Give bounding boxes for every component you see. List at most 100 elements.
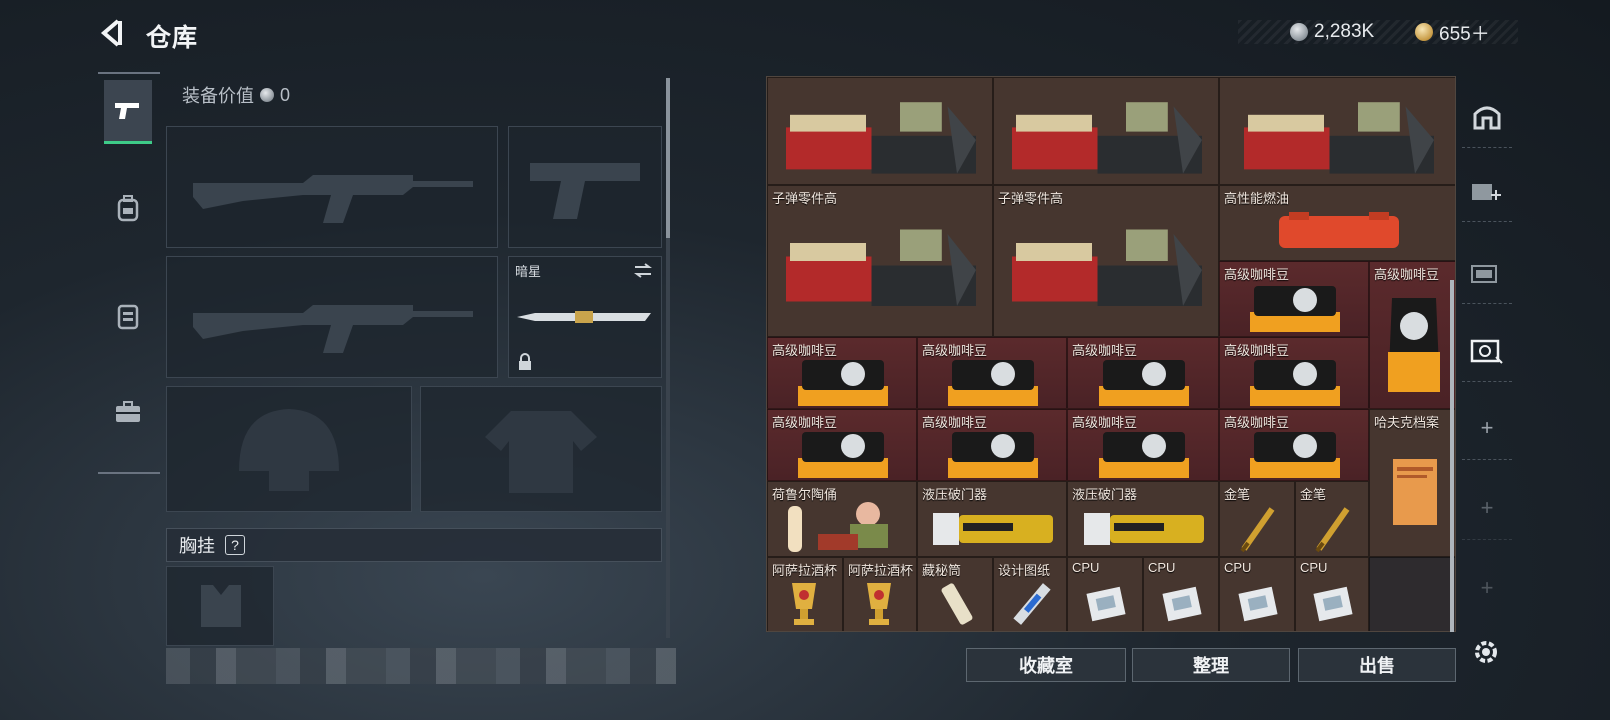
armor-slot[interactable] — [420, 386, 662, 512]
sidearm-slot[interactable] — [508, 126, 662, 248]
add-storage-button[interactable]: + — [1462, 556, 1512, 620]
empty-inventory-slot[interactable] — [1369, 557, 1455, 631]
storage-tab-1[interactable] — [1462, 84, 1512, 148]
back-button[interactable] — [98, 18, 128, 48]
blurred-region — [166, 648, 676, 684]
inventory-item[interactable]: CPU — [1067, 557, 1143, 631]
collection-room-button[interactable]: 收藏室 — [966, 648, 1126, 682]
inventory-item-label: 高级咖啡豆 — [1072, 415, 1138, 430]
storage-tab-3[interactable] — [1462, 240, 1512, 304]
inventory-item[interactable] — [993, 77, 1219, 185]
gear-icon — [1475, 641, 1497, 663]
inventory-item[interactable]: CPU — [1143, 557, 1219, 631]
inventory-item[interactable]: 子弹零件高 — [993, 185, 1219, 337]
helmet-slot[interactable] — [166, 386, 412, 512]
add-storage-button[interactable]: + — [1462, 476, 1512, 540]
inventory-item[interactable]: 金笔 — [1219, 481, 1295, 557]
coffee-icon — [1099, 360, 1189, 406]
inventory-item-label: 高级咖啡豆 — [1374, 267, 1440, 282]
inventory-item-label: 液压破门器 — [1072, 487, 1138, 502]
inventory-item-label: CPU — [1072, 560, 1100, 575]
nav-case[interactable] — [104, 380, 152, 444]
cup-icon — [867, 583, 891, 625]
coffee-icon — [948, 360, 1038, 406]
silver-coin-icon — [1290, 23, 1308, 41]
inventory-item[interactable]: 高级咖啡豆 — [1219, 337, 1369, 409]
inventory-item-label: 藏秘筒 — [922, 563, 962, 578]
gold-coin-icon — [1415, 23, 1433, 41]
inventory-item[interactable] — [767, 77, 993, 185]
figurine-icon — [788, 502, 888, 552]
inventory-item-label: CPU — [1148, 560, 1176, 575]
knife-icon — [517, 311, 651, 323]
coffee-bag-icon — [1388, 298, 1440, 392]
storage-tab-4[interactable] — [1462, 318, 1512, 382]
swap-icon[interactable] — [633, 263, 653, 279]
nav-gear[interactable] — [104, 284, 152, 348]
inventory-item-label: CPU — [1224, 560, 1252, 575]
nav-weapons[interactable] — [104, 80, 152, 144]
inventory-item[interactable]: 高级咖啡豆 — [1219, 261, 1369, 337]
storage-box-icon — [1471, 264, 1497, 283]
scrollbar-thumb[interactable] — [666, 78, 670, 238]
storage-tab-2[interactable] — [1462, 158, 1512, 222]
coffee-icon — [798, 432, 888, 478]
inventory-item-label: 高级咖啡豆 — [1224, 267, 1290, 282]
inventory-item[interactable]: 高级咖啡豆 — [1067, 337, 1219, 409]
inventory-item[interactable]: 金笔 — [1295, 481, 1369, 557]
add-storage-button[interactable]: + — [1462, 396, 1512, 460]
scroll-icon — [941, 583, 973, 625]
equipment-panel: 装备价值 0 暗星 胸挂 ? — [166, 76, 662, 688]
chest-rig-header[interactable]: 胸挂 ? — [166, 528, 662, 562]
inventory-item[interactable]: 阿萨拉酒杯 — [767, 557, 843, 631]
inventory-item[interactable]: 高级咖啡豆 — [1067, 409, 1219, 481]
pistol-icon — [115, 102, 139, 119]
inventory-item[interactable]: 哈夫克档案 — [1369, 409, 1455, 557]
inventory-item[interactable]: CPU — [1295, 557, 1369, 631]
secondary-weapon-slot[interactable] — [166, 256, 498, 378]
inventory-item[interactable]: 高级咖啡豆 — [767, 337, 917, 409]
inventory-item[interactable]: 高级咖啡豆 — [1369, 261, 1455, 409]
coffee-icon — [798, 360, 888, 406]
equipment-value: 装备价值 0 — [182, 82, 290, 108]
inventory-item[interactable]: 高级咖啡豆 — [767, 409, 917, 481]
inventory-item[interactable]: 高级咖啡豆 — [1219, 409, 1369, 481]
inventory-item[interactable]: 藏秘筒 — [917, 557, 993, 631]
inventory-item[interactable]: CPU — [1219, 557, 1295, 631]
equipment-scrollbar[interactable] — [666, 78, 670, 638]
melee-slot[interactable]: 暗星 — [508, 256, 662, 378]
inventory-item[interactable]: 子弹零件高 — [767, 185, 993, 337]
left-nav — [98, 72, 160, 474]
ammo-parts-icon — [1012, 229, 1202, 306]
sort-button[interactable]: 整理 — [1132, 648, 1290, 682]
rifle-silhouette-icon — [193, 305, 473, 353]
inventory-item[interactable] — [1219, 77, 1455, 185]
inventory-item[interactable]: 荷鲁尔陶俑 — [767, 481, 917, 557]
settings-button[interactable] — [1470, 636, 1502, 668]
currency-gold[interactable]: 655＋ — [1415, 20, 1490, 45]
inventory-grid: 子弹零件高 子弹零件高 高性能燃油 高级咖啡豆 高级咖啡豆 高级咖啡豆 高级咖啡… — [766, 76, 1456, 632]
inventory-item[interactable]: 液压破门器 — [917, 481, 1067, 557]
right-toolbar: + + + — [1462, 72, 1512, 690]
inventory-scrollbar[interactable] — [1450, 280, 1454, 632]
inventory-item[interactable]: 高级咖啡豆 — [917, 337, 1067, 409]
backpack-icon — [117, 195, 139, 222]
cpu-icon — [1162, 586, 1202, 622]
sell-button[interactable]: 出售 — [1298, 648, 1456, 682]
ammo-parts-icon — [1244, 102, 1434, 174]
nav-backpack[interactable] — [104, 176, 152, 240]
inventory-item-label: 高级咖啡豆 — [1072, 343, 1138, 358]
chest-rig-slot[interactable] — [166, 566, 274, 646]
help-icon[interactable]: ? — [225, 535, 245, 555]
inventory-item[interactable]: 高性能燃油 — [1219, 185, 1455, 261]
primary-weapon-slot[interactable] — [166, 126, 498, 248]
inventory-item[interactable]: 设计图纸 — [993, 557, 1067, 631]
currency-silver[interactable]: 2,283K — [1290, 20, 1374, 44]
inventory-item-label: 子弹零件高 — [998, 191, 1064, 206]
inventory-item[interactable]: 阿萨拉酒杯 — [843, 557, 917, 631]
lock-icon — [519, 353, 531, 370]
toolcase-icon — [116, 401, 140, 422]
inventory-item[interactable]: 高级咖啡豆 — [917, 409, 1067, 481]
inventory-item-label: 高级咖啡豆 — [772, 343, 838, 358]
inventory-item[interactable]: 液压破门器 — [1067, 481, 1219, 557]
